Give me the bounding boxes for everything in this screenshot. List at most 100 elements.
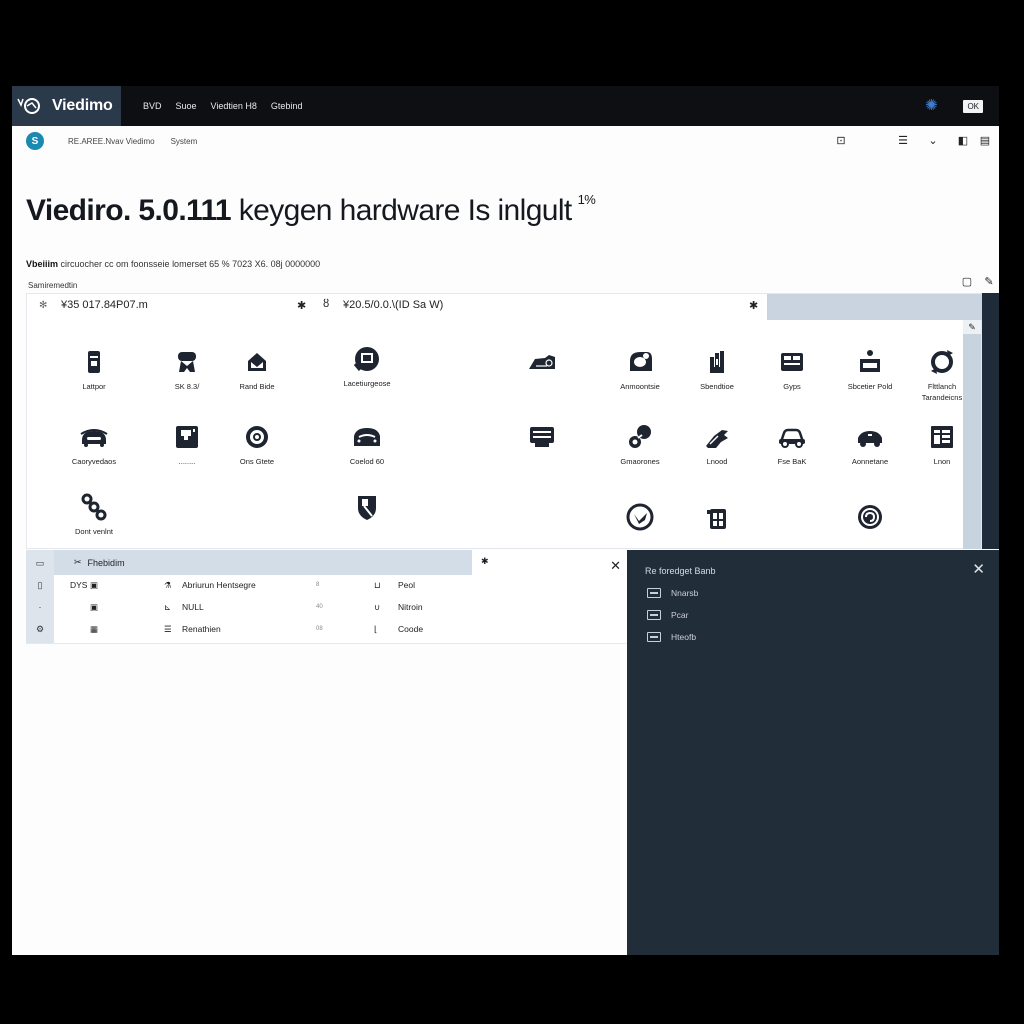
seat-icon: ⊾ (164, 601, 172, 612)
list-row[interactable]: ▣ ⊾ NULL 40 ∪ Nitroin (54, 597, 627, 617)
car-outline-icon (757, 420, 827, 454)
ecu-icon (332, 342, 402, 376)
menu-item-suoe[interactable]: Suoe (176, 101, 197, 111)
menu-item-gtebind[interactable]: Gtebind (271, 101, 303, 111)
module-tile-laptop[interactable]: Lattpor (59, 345, 129, 392)
menu-item-viedtien[interactable]: Viedtien H8 (211, 101, 257, 111)
lower-list-title: Fhebidim (87, 557, 125, 568)
module-tile-label: Flttlanch Tarandeicns (921, 382, 963, 402)
edit-icon[interactable]: ✎ (983, 276, 995, 288)
module-tile-chain[interactable]: Dont venlnt (59, 490, 129, 537)
row-name: Abriurun Hentsegre (182, 580, 256, 590)
module-tile-module[interactable]: ........ (152, 420, 222, 467)
module-tile-refresh[interactable]: Flttlanch Tarandeicns (907, 345, 977, 403)
copy-icon[interactable]: ▢ (961, 276, 973, 288)
page-title: Viediro. 5.0.111 keygen hardware Is inlg… (26, 192, 596, 228)
module-tile-label: Lacetiurgeose (343, 379, 391, 388)
spiral-icon (835, 500, 905, 534)
car-front-icon (59, 420, 129, 454)
module-tile-label: Coelod 60 (349, 457, 385, 466)
lower-list: ▭ ▯ · ⚙ ✂ Fhebidim ✱ ✕ DYS ▣ ⚗ Abriurun … (26, 550, 627, 644)
module-tile-target[interactable]: Ons Gtete (222, 420, 292, 467)
tablet-icon[interactable]: ▭ (26, 558, 54, 569)
module-tile-label: Sbendtioe (700, 382, 734, 391)
settings-pair-icon[interactable]: ⚙ (26, 624, 54, 635)
row-right: Nitroin (398, 602, 423, 612)
module-tile-spiral[interactable] (835, 500, 905, 536)
close-icon[interactable]: ✕ (610, 558, 621, 574)
dark-panel-item[interactable]: Pcar (647, 610, 688, 620)
row-prefix: DYS (70, 580, 88, 590)
brand[interactable]: Viedimo (12, 86, 121, 126)
panel-icon[interactable]: ◧ (957, 135, 969, 147)
module-tile-car-outline[interactable]: Fse BaK (757, 420, 827, 467)
dark-panel-item[interactable]: Hteofb (647, 632, 696, 642)
refresh-icon (907, 345, 977, 379)
module-tile-shield-key[interactable] (332, 490, 402, 526)
breadcrumb: S RE.AREE.Nvav Viedimo System ⊡ ☰ ⌄ ◧ ▤ (12, 126, 999, 156)
tools-icon: ✂ (74, 557, 82, 567)
gear-icon[interactable]: ✺ (923, 98, 939, 114)
module-tile-car-small[interactable]: Aonnetane (835, 420, 905, 467)
accessory-icon (605, 345, 675, 379)
person-desk-icon (835, 345, 905, 379)
module-tile-tools[interactable]: Sbendtioe (682, 345, 752, 392)
tools-icon (682, 345, 752, 379)
module-tile-label: Lnood (706, 457, 728, 466)
module-tile-wrench[interactable]: Lnood (682, 420, 752, 467)
row-right: Peol (398, 580, 416, 590)
phone-icon[interactable]: ▯ (26, 580, 54, 591)
module-tile-connector[interactable]: Gmaorones (605, 420, 675, 467)
breadcrumb-item[interactable]: RE.AREE.Nvav Viedimo (68, 137, 155, 146)
list-row[interactable]: ▦ ☰ Renathien 08 ⌊ Coode (54, 619, 627, 639)
panel-header-strip (767, 294, 983, 320)
module-tile-label: Caoryvedaos (71, 457, 117, 466)
star-icon[interactable]: ✱ (481, 556, 489, 567)
module-icon (647, 610, 661, 620)
dark-panel-item-label: Hteofb (671, 632, 697, 642)
module-tile-obd[interactable]: SK 8.3/ (152, 345, 222, 392)
scroll-edit-icon[interactable]: ✎ (963, 320, 981, 334)
document-icon[interactable]: ☰ (897, 135, 909, 147)
star-icon[interactable]: ✱ (297, 299, 306, 312)
star-icon[interactable]: ✱ (749, 299, 758, 312)
module-tile-car-front[interactable]: Caoryvedaos (59, 420, 129, 467)
calculator-icon[interactable]: ▤ (979, 135, 991, 147)
chart-icon[interactable]: ⌄ (927, 135, 939, 147)
row-name: NULL (182, 602, 204, 612)
diagnostic-icon: ⚗ (164, 579, 172, 590)
lower-sidebar: ▭ ▯ · ⚙ (26, 550, 54, 644)
connector-icon (605, 420, 675, 454)
module-tile-envelope[interactable]: Rand Bide (222, 345, 292, 392)
list-row[interactable]: DYS ▣ ⚗ Abriurun Hentsegre 8 ⊔ Peol (54, 575, 627, 595)
settings-small-icon[interactable]: ✻ (39, 300, 47, 311)
module-tile-battery-grid[interactable] (682, 500, 752, 536)
module-tile-check-circle[interactable] (605, 500, 675, 536)
monitor-icon[interactable]: ⊡ (835, 135, 847, 147)
menu-item-bvd[interactable]: BVD (143, 101, 162, 111)
shield-key-icon (332, 490, 402, 524)
module-tile-printer[interactable] (507, 420, 577, 456)
dot-icon[interactable]: · (26, 602, 54, 612)
module-tile-person-desk[interactable]: Sbcetier Pold (835, 345, 905, 392)
module-tile-ecu[interactable]: Lacetiurgeose (332, 342, 402, 389)
envelope-icon (222, 345, 292, 379)
dark-panel-item[interactable]: Nnarsb (647, 588, 698, 598)
subtitle-bold: Vbeiiim (26, 259, 59, 269)
breadcrumb-item[interactable]: System (171, 137, 198, 146)
car-small-icon (835, 420, 905, 454)
ok-button[interactable]: OK (963, 99, 983, 113)
module-tile-label: Lattpor (82, 382, 106, 391)
section-label: Samiremedtin (28, 281, 78, 290)
module-tile-car-side[interactable] (507, 345, 577, 381)
close-icon[interactable]: ✕ (972, 560, 985, 578)
home-logo-icon[interactable]: S (26, 132, 44, 150)
module-tile-grid-panel[interactable]: Lnon (907, 420, 977, 467)
module-tile-label: SK 8.3/ (174, 382, 200, 391)
car-top-icon (332, 420, 402, 454)
module-tile-accessory[interactable]: Anmoontsie (605, 345, 675, 392)
module-tile-bus[interactable]: Gyps (757, 345, 827, 392)
row-name: Renathien (182, 624, 221, 634)
module-tile-car-top[interactable]: Coelod 60 (332, 420, 402, 467)
hook-icon: ⌊ (374, 623, 378, 634)
